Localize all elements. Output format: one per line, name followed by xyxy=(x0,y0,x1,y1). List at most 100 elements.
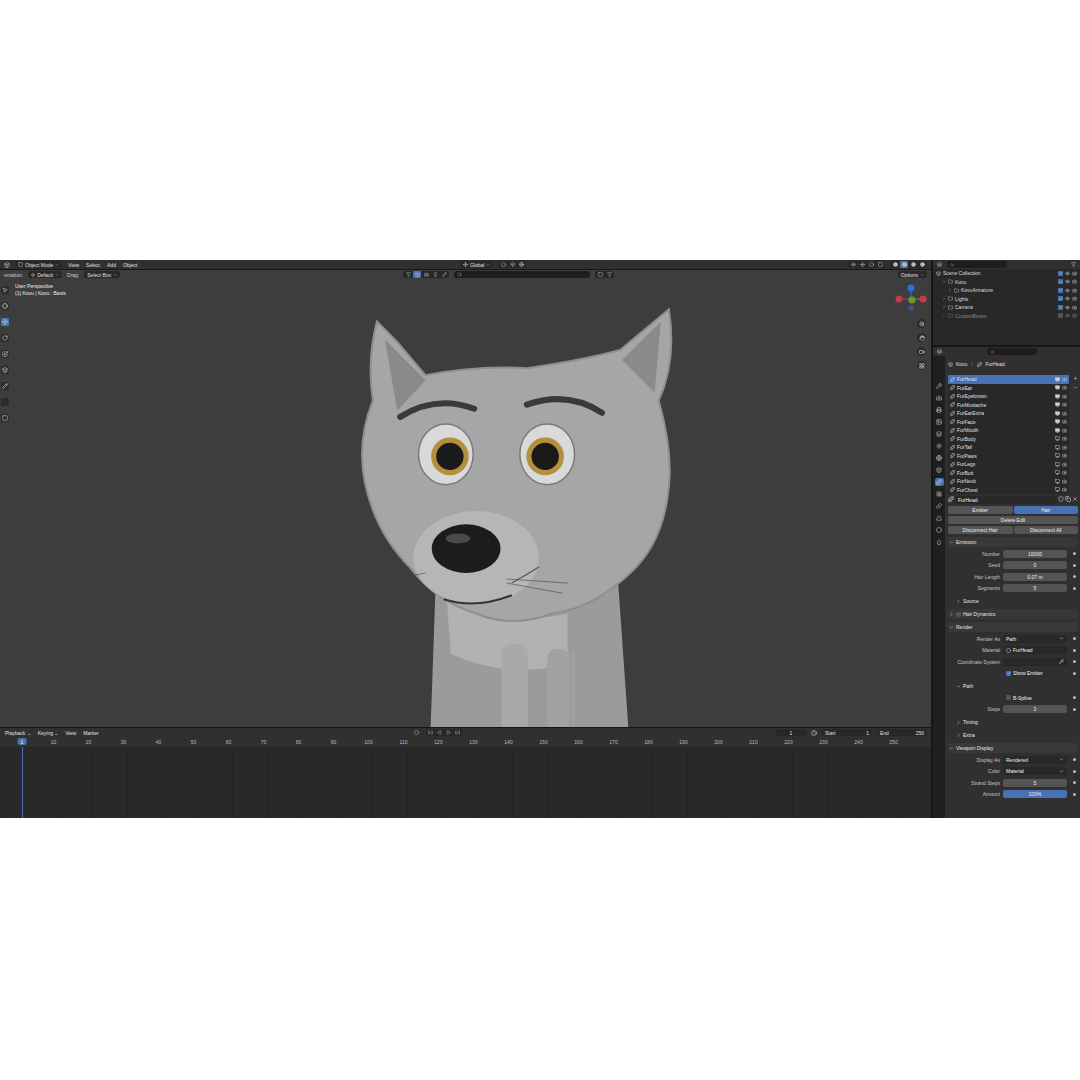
ortho-button[interactable] xyxy=(917,361,926,370)
include-checkbox[interactable] xyxy=(1058,279,1063,284)
bookmark-button[interactable] xyxy=(596,271,604,278)
shading-button[interactable] xyxy=(900,261,908,268)
particle-system-row[interactable]: FurHead xyxy=(948,375,1069,384)
particle-system-row[interactable]: FurEar xyxy=(948,384,1069,393)
panel-header[interactable]: Path xyxy=(948,681,1078,691)
animate-dot[interactable] xyxy=(1073,781,1076,784)
include-checkbox[interactable] xyxy=(1058,305,1063,310)
panel-header[interactable]: Source xyxy=(948,596,1078,606)
camera-button[interactable] xyxy=(422,271,430,278)
animate-dot[interactable] xyxy=(1073,770,1076,773)
jump-end-button[interactable] xyxy=(454,729,462,736)
outliner-search[interactable] xyxy=(947,261,1007,268)
tool-button[interactable] xyxy=(1,318,9,326)
dropdown-field[interactable]: Material xyxy=(1003,767,1067,775)
include-checkbox[interactable] xyxy=(1058,313,1063,318)
type-option[interactable]: Emitter xyxy=(948,506,1013,514)
properties-tab[interactable] xyxy=(935,466,944,474)
panel-checkbox[interactable] xyxy=(956,612,961,617)
remove-button[interactable] xyxy=(1071,384,1079,391)
tool-button[interactable] xyxy=(1,398,9,406)
tool-button[interactable] xyxy=(1,366,9,374)
picker-field[interactable] xyxy=(1003,658,1067,666)
tool-button[interactable] xyxy=(1,334,9,342)
particle-system-row[interactable]: FurEyebrown xyxy=(948,392,1069,401)
type-option[interactable]: Hair xyxy=(1014,506,1079,514)
tool-button[interactable] xyxy=(1,302,9,310)
outliner-row[interactable]: CustomBones xyxy=(933,312,1080,321)
number-field[interactable]: 5 xyxy=(1003,584,1067,592)
particle-system-row[interactable]: FurFace xyxy=(948,418,1069,427)
panel-header[interactable]: Hair Dynamics xyxy=(948,609,1078,619)
tool-button[interactable] xyxy=(1,350,9,358)
particle-system-row[interactable]: FurMustache xyxy=(948,401,1069,410)
menu-item[interactable]: Marker xyxy=(82,730,100,736)
properties-tab[interactable] xyxy=(935,382,944,390)
playhead[interactable] xyxy=(22,747,23,818)
checkbox[interactable] xyxy=(1006,695,1011,700)
number-field[interactable]: 0 xyxy=(1003,561,1067,569)
shading-button[interactable] xyxy=(918,261,926,268)
number-field[interactable]: 3 xyxy=(1003,705,1067,713)
outliner-row[interactable]: Lights xyxy=(933,295,1080,304)
checkbox[interactable] xyxy=(1006,671,1011,676)
action-button[interactable]: Disconnect Hair xyxy=(948,526,1013,534)
menu-item[interactable]: Playback ⌄ xyxy=(4,730,32,736)
particle-system-row[interactable]: FurChest xyxy=(948,486,1069,495)
menu-item[interactable]: Object xyxy=(122,262,138,268)
number-field[interactable]: 10000 xyxy=(1003,550,1067,558)
properties-tab[interactable] xyxy=(935,538,944,546)
menu-item[interactable]: Select xyxy=(85,262,101,268)
animate-dot[interactable] xyxy=(1073,552,1076,555)
panel-header[interactable]: Render xyxy=(948,622,1078,632)
tool-button[interactable] xyxy=(1,414,9,422)
outliner-row[interactable]: Scene Collection xyxy=(933,269,1080,278)
animate-dot[interactable] xyxy=(1073,637,1076,640)
menu-item[interactable]: View xyxy=(67,262,80,268)
dropdown-field[interactable]: Path xyxy=(1003,635,1067,643)
light-button[interactable] xyxy=(431,271,439,278)
properties-tab[interactable] xyxy=(935,502,944,510)
properties-tab[interactable] xyxy=(935,394,944,402)
zoom-button[interactable] xyxy=(917,319,926,328)
animate-dot[interactable] xyxy=(1073,696,1076,699)
bone-button[interactable] xyxy=(440,271,448,278)
panel-header[interactable]: Timing xyxy=(948,717,1078,727)
properties-tab[interactable] xyxy=(935,406,944,414)
particle-system-row[interactable]: FurTail xyxy=(948,443,1069,452)
checkbox-field[interactable]: B-Spline xyxy=(1003,694,1067,702)
menu-item[interactable]: Add xyxy=(106,262,117,268)
panel-header[interactable]: Viewport Display xyxy=(948,743,1078,753)
options-dropdown[interactable]: Options xyxy=(898,271,927,278)
shading-button[interactable] xyxy=(891,261,899,268)
particle-system-row[interactable]: FurEarExtra xyxy=(948,409,1069,418)
mode-dropdown[interactable]: Object Mode xyxy=(15,261,62,268)
number-field[interactable]: 0.07 m xyxy=(1003,573,1067,581)
axis-gizmo-icon[interactable] xyxy=(892,283,928,311)
drag-dropdown[interactable]: Select Box xyxy=(84,271,120,278)
animate-dot[interactable] xyxy=(1073,564,1076,567)
viewport-search[interactable] xyxy=(454,271,590,278)
action-button[interactable]: Delete Edit xyxy=(948,516,1078,524)
properties-tab[interactable] xyxy=(935,430,944,438)
properties-tab[interactable] xyxy=(935,454,944,462)
animate-dot[interactable] xyxy=(1073,575,1076,578)
gizmo-button[interactable] xyxy=(858,261,866,268)
particle-system-row[interactable]: FurLegs xyxy=(948,460,1069,469)
timeline-body[interactable] xyxy=(0,747,931,818)
number-field[interactable]: 5 xyxy=(1003,779,1067,787)
3d-viewport[interactable]: entation:DefaultDrag:Select BoxOptionsUs… xyxy=(0,270,931,727)
properties-tab[interactable] xyxy=(935,514,944,522)
animate-dot[interactable] xyxy=(1073,758,1076,761)
frame-ruler[interactable]: 1020304050607080901001101201301401501601… xyxy=(0,737,931,747)
include-checkbox[interactable] xyxy=(1058,271,1063,276)
datablock-field[interactable]: FurHead xyxy=(1003,646,1067,654)
properties-search[interactable] xyxy=(987,348,1037,355)
snap-button[interactable] xyxy=(508,261,516,268)
animate-dot[interactable] xyxy=(1073,672,1076,675)
panel-header[interactable]: Emission xyxy=(948,537,1078,547)
menu-item[interactable]: View xyxy=(64,730,77,736)
action-button[interactable]: Disconnect All xyxy=(1014,526,1079,534)
mode-button[interactable] xyxy=(413,271,421,278)
add-button[interactable] xyxy=(1071,375,1079,382)
